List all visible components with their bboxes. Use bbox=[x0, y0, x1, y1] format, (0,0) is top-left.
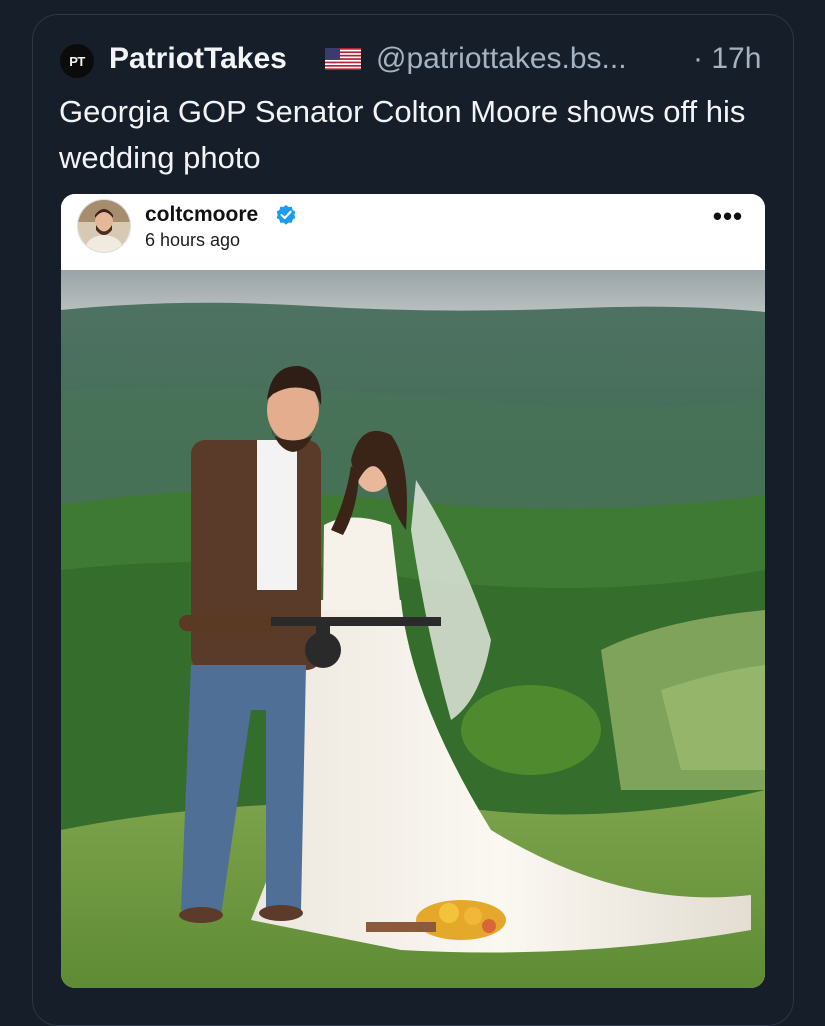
more-horizontal-icon[interactable]: ••• bbox=[711, 203, 745, 229]
post-text: Georgia GOP Senator Colton Moore shows o… bbox=[59, 94, 746, 175]
embedded-image[interactable]: coltcmoore 6 hours ago ••• bbox=[61, 194, 765, 988]
embed-username[interactable]: coltcmoore bbox=[145, 202, 258, 228]
post-card[interactable]: PT PatriotTakes @patriottakes.bs... · 17… bbox=[32, 14, 794, 1026]
profile-avatar[interactable] bbox=[77, 199, 131, 253]
author-handle[interactable]: @patriottakes.bs... bbox=[376, 39, 627, 79]
us-flag-icon bbox=[325, 48, 361, 70]
author-name[interactable]: PatriotTakes bbox=[109, 39, 287, 79]
author-avatar[interactable]: PT bbox=[60, 44, 94, 78]
embed-timestamp: 6 hours ago bbox=[145, 230, 241, 250]
wedding-photo bbox=[61, 270, 765, 988]
verified-badge-icon bbox=[276, 205, 296, 225]
avatar-image bbox=[78, 200, 130, 252]
post-time[interactable]: · 17h bbox=[693, 39, 761, 79]
instagram-header: coltcmoore 6 hours ago ••• bbox=[61, 194, 765, 270]
